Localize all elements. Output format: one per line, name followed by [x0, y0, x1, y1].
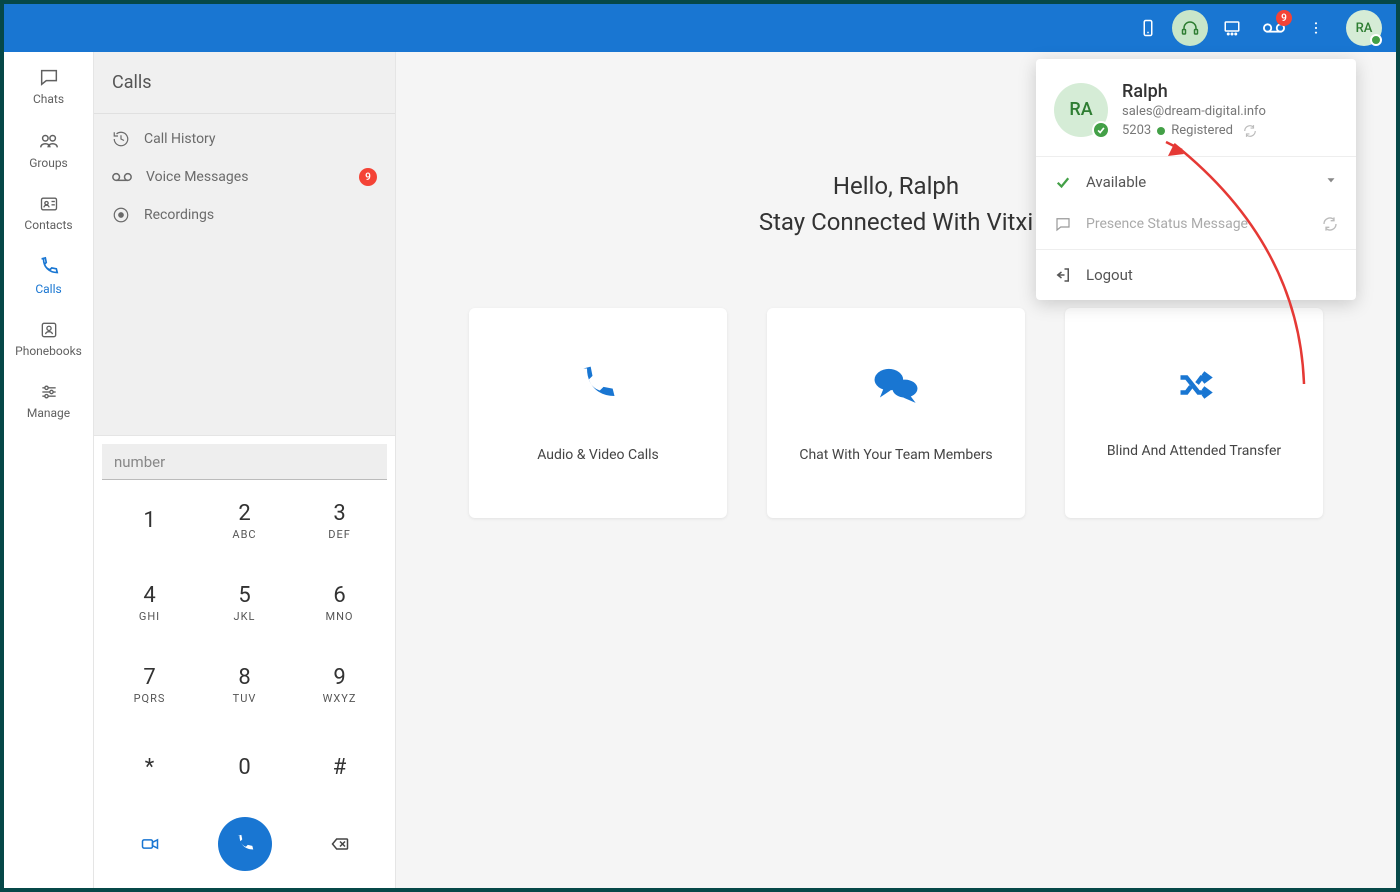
presence-row — [1036, 207, 1356, 249]
card-label: Blind And Attended Transfer — [1107, 443, 1281, 459]
availability-selector[interactable]: Available — [1036, 157, 1356, 207]
chat-icon — [38, 66, 60, 88]
card-transfer[interactable]: Blind And Attended Transfer — [1065, 308, 1323, 518]
key-3[interactable]: 3DEF — [292, 480, 387, 562]
availability-label: Available — [1086, 173, 1146, 191]
popover-initials: RA — [1069, 99, 1092, 120]
record-icon — [112, 206, 130, 224]
key-5[interactable]: 5JKL — [197, 562, 292, 644]
sidebar-label: Groups — [29, 156, 68, 170]
check-icon — [1054, 173, 1072, 191]
logout-button[interactable]: Logout — [1036, 250, 1356, 300]
key-9[interactable]: 9WXYZ — [292, 644, 387, 726]
sidebar-item-phonebooks[interactable]: Phonebooks — [4, 306, 93, 368]
presence-dot-icon — [1370, 34, 1382, 46]
key-hash[interactable]: # — [292, 726, 387, 808]
key-4[interactable]: 4GHI — [102, 562, 197, 644]
profile-popover: RA Ralph sales@dream-digital.info 5203 R… — [1036, 59, 1356, 300]
dial-number-input[interactable] — [102, 444, 387, 480]
sub-item-label: Call History — [144, 131, 216, 147]
refresh-icon[interactable] — [1322, 216, 1338, 232]
dialer: 1 2ABC 3DEF 4GHI 5JKL 6MNO 7PQRS 8TUV 9W… — [94, 435, 395, 888]
refresh-icon[interactable] — [1243, 124, 1257, 138]
sub-item-call-history[interactable]: Call History — [94, 120, 395, 158]
panel-sublist: Call History Voice Messages 9 Recordings — [94, 114, 395, 240]
phonebook-icon — [38, 320, 60, 340]
key-7[interactable]: 7PQRS — [102, 644, 197, 726]
chat-bubbles-icon — [871, 363, 921, 411]
popover-email: sales@dream-digital.info — [1122, 104, 1338, 119]
chevron-down-icon — [1324, 173, 1338, 191]
sliders-icon — [38, 382, 60, 402]
panel-title: Calls — [94, 52, 395, 114]
key-6[interactable]: 6MNO — [292, 562, 387, 644]
mobile-icon[interactable] — [1130, 10, 1166, 46]
presenter-icon[interactable] — [1214, 10, 1250, 46]
headset-icon[interactable] — [1172, 10, 1208, 46]
popover-header: RA Ralph sales@dream-digital.info 5203 R… — [1036, 59, 1356, 156]
key-star[interactable]: * — [102, 726, 197, 808]
keypad: 1 2ABC 3DEF 4GHI 5JKL 6MNO 7PQRS 8TUV 9W… — [102, 480, 387, 808]
sub-item-label: Recordings — [144, 207, 214, 223]
shuffle-icon — [1172, 367, 1216, 407]
extension-number: 5203 — [1122, 123, 1151, 138]
sub-item-recordings[interactable]: Recordings — [94, 196, 395, 234]
popover-avatar: RA — [1054, 83, 1108, 137]
sub-item-voice-messages[interactable]: Voice Messages 9 — [94, 158, 395, 196]
sidebar-item-contacts[interactable]: Contacts — [4, 180, 93, 242]
status-label: Registered — [1171, 123, 1233, 138]
check-icon — [1092, 121, 1110, 139]
card-chat[interactable]: Chat With Your Team Members — [767, 308, 1025, 518]
phone-icon — [576, 363, 620, 411]
calls-panel: Calls Call History Voice Messages 9 Reco… — [94, 52, 396, 888]
sidebar-item-chats[interactable]: Chats — [4, 52, 93, 116]
card-audio-video[interactable]: Audio & Video Calls — [469, 308, 727, 518]
video-call-button[interactable] — [102, 808, 197, 880]
phone-icon — [234, 833, 256, 855]
backspace-icon — [328, 834, 352, 854]
key-1[interactable]: 1 — [102, 480, 197, 562]
video-icon — [138, 834, 162, 854]
popover-name: Ralph — [1122, 81, 1338, 102]
more-menu-icon[interactable] — [1298, 10, 1334, 46]
logout-icon — [1054, 266, 1072, 284]
logout-label: Logout — [1086, 266, 1133, 284]
call-button[interactable] — [197, 808, 292, 880]
sidebar-item-groups[interactable]: Groups — [4, 116, 93, 180]
sidebar-label: Phonebooks — [15, 344, 82, 358]
sidebar-label: Contacts — [24, 218, 72, 232]
sidebar-label: Calls — [35, 282, 61, 296]
card-label: Chat With Your Team Members — [799, 447, 992, 463]
popover-info: Ralph sales@dream-digital.info 5203 Regi… — [1122, 81, 1338, 138]
voice-messages-badge: 9 — [359, 168, 377, 186]
sub-item-label: Voice Messages — [146, 169, 248, 185]
phone-icon — [38, 256, 60, 278]
avatar-initials: RA — [1356, 21, 1373, 36]
key-2[interactable]: 2ABC — [197, 480, 292, 562]
top-bar: 9 RA — [4, 4, 1396, 52]
key-8[interactable]: 8TUV — [197, 644, 292, 726]
sidebar-label: Manage — [27, 406, 70, 420]
backspace-button[interactable] — [292, 808, 387, 880]
voicemail-icon — [112, 170, 132, 184]
key-0[interactable]: 0 — [197, 726, 292, 808]
sidebar-rail: Chats Groups Contacts Calls Phonebooks M… — [4, 52, 94, 888]
groups-icon — [37, 130, 61, 152]
sidebar-item-calls[interactable]: Calls — [4, 242, 93, 306]
chat-icon — [1054, 215, 1072, 233]
status-dot-icon — [1157, 127, 1165, 135]
history-icon — [112, 130, 130, 148]
sidebar-item-manage[interactable]: Manage — [4, 368, 93, 430]
dial-actions — [102, 808, 387, 880]
card-label: Audio & Video Calls — [537, 447, 659, 463]
voicemail-icon[interactable]: 9 — [1256, 10, 1292, 46]
voicemail-badge: 9 — [1276, 10, 1292, 26]
popover-extension: 5203 Registered — [1122, 123, 1338, 138]
contacts-icon — [38, 194, 60, 214]
feature-cards: Audio & Video Calls Chat With Your Team … — [452, 308, 1340, 518]
presence-status-input[interactable] — [1086, 216, 1308, 232]
avatar-button[interactable]: RA — [1346, 10, 1382, 46]
sidebar-label: Chats — [33, 92, 64, 106]
